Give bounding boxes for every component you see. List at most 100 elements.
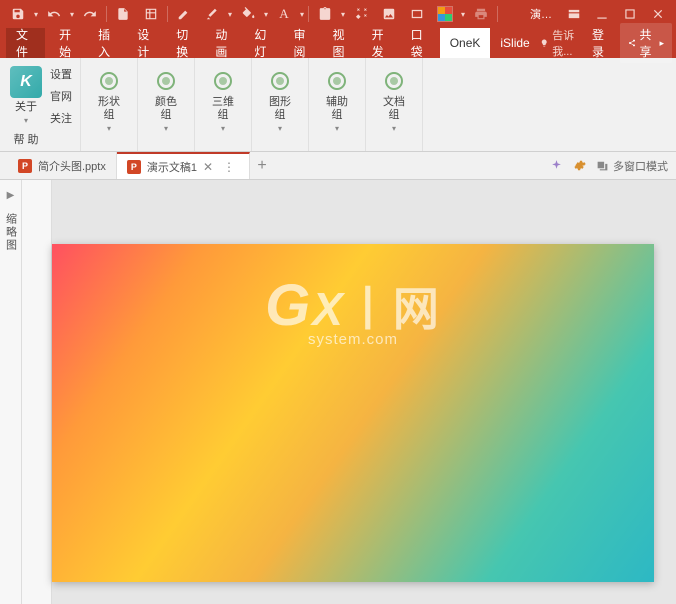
powerpoint-icon: P — [18, 159, 32, 173]
multi-window-button[interactable]: 多窗口模式 — [596, 158, 668, 174]
chevron-right-icon[interactable]: ▶ — [7, 190, 15, 201]
color-palette-icon[interactable] — [431, 2, 459, 26]
tab-transition[interactable]: 切换 — [166, 28, 205, 58]
tab-insert[interactable]: 插入 — [88, 28, 127, 58]
windows-icon — [596, 159, 609, 172]
tab-animation[interactable]: 动画 — [205, 28, 244, 58]
chevron-down-icon: ▾ — [392, 124, 396, 133]
circle-icon — [271, 72, 289, 90]
paste-dropdown[interactable]: ▾ — [339, 10, 347, 19]
graphic-group-button[interactable]: 图形组 ▾ — [260, 64, 300, 135]
tab-pocket[interactable]: 口袋 — [401, 28, 440, 58]
chevron-down-icon: ▾ — [24, 116, 28, 125]
frame-icon[interactable] — [403, 2, 431, 26]
thumbnails-panel-collapsed[interactable]: ▶ 缩略图 — [0, 180, 22, 604]
paste-icon[interactable] — [311, 2, 339, 26]
multi-window-label: 多窗口模式 — [613, 158, 668, 174]
window-title: 演… — [530, 6, 552, 22]
circle-icon — [328, 72, 346, 90]
assist-group-label: 辅助组 — [326, 96, 348, 122]
chevron-down-icon: ▾ — [164, 124, 168, 133]
magic-button[interactable] — [550, 159, 563, 172]
bucket-icon[interactable] — [234, 2, 262, 26]
powerpoint-icon: P — [127, 160, 141, 174]
3d-group-button[interactable]: 三维组 ▾ — [203, 64, 243, 135]
doc-group-label: 文档组 — [383, 96, 405, 122]
tab-slideshow[interactable]: 幻灯 — [244, 28, 283, 58]
tab-design[interactable]: 设计 — [127, 28, 166, 58]
ribbon-mode-icon[interactable] — [560, 2, 588, 26]
sparkle-icon — [550, 159, 563, 172]
font-color-icon[interactable]: A — [270, 2, 298, 26]
share-icon — [628, 37, 636, 49]
graphic-group-label: 图形组 — [269, 96, 291, 122]
tab-view[interactable]: 视图 — [323, 28, 362, 58]
tab-menu-icon[interactable]: ⋮ — [219, 160, 239, 174]
pen-icon[interactable] — [170, 2, 198, 26]
undo-icon[interactable] — [40, 2, 68, 26]
vertical-ruler — [22, 180, 52, 604]
tell-me-search[interactable]: 告诉我... — [540, 27, 582, 59]
tell-me-label: 告诉我... — [552, 27, 582, 59]
tab-onekey[interactable]: OneK — [440, 28, 491, 58]
document-tab[interactable]: P 简介头图.pptx — [8, 152, 117, 179]
print-icon[interactable] — [467, 2, 495, 26]
tab-home[interactable]: 开始 — [49, 28, 88, 58]
share-label: 共享 — [640, 26, 656, 60]
doc-tab-label: 演示文稿1 — [147, 159, 197, 175]
lightbulb-icon — [540, 37, 548, 49]
shape-group-button[interactable]: 形状组 ▾ — [89, 64, 129, 135]
fontcolor-dropdown[interactable]: ▾ — [298, 10, 306, 19]
undo-dropdown[interactable]: ▾ — [68, 10, 76, 19]
chevron-down-icon: ▾ — [278, 124, 282, 133]
table-icon[interactable] — [137, 2, 165, 26]
circle-icon — [385, 72, 403, 90]
tab-close-icon[interactable]: ✕ — [203, 160, 213, 174]
settings-button[interactable] — [573, 159, 586, 172]
highlighter-dropdown[interactable]: ▾ — [226, 10, 234, 19]
follow-link[interactable]: 关注 — [50, 110, 72, 126]
wand-icon[interactable] — [347, 2, 375, 26]
plugin-logo-icon: K — [10, 66, 42, 98]
save-icon[interactable] — [4, 2, 32, 26]
about-button[interactable]: K 关于 ▾ — [8, 64, 44, 127]
chevron-down-icon: ▾ — [107, 124, 111, 133]
watermark: GX丨网 system.com — [265, 272, 441, 348]
help-label[interactable]: 帮 助 — [13, 131, 38, 147]
circle-icon — [214, 72, 232, 90]
about-label: 关于 — [15, 98, 37, 114]
assist-group-button[interactable]: 辅助组 ▾ — [317, 64, 357, 135]
tab-developer[interactable]: 开发 — [362, 28, 401, 58]
minimize-icon[interactable] — [588, 2, 616, 26]
document-tab-active[interactable]: P 演示文稿1 ✕ ⋮ — [117, 152, 250, 179]
circle-icon — [157, 72, 175, 90]
tab-review[interactable]: 审阅 — [283, 28, 322, 58]
bucket-dropdown[interactable]: ▾ — [262, 10, 270, 19]
color-group-label: 颜色组 — [155, 96, 177, 122]
settings-link[interactable]: 设置 — [50, 66, 72, 82]
share-button[interactable]: 共享 ▸ — [620, 23, 673, 63]
image-icon[interactable] — [375, 2, 403, 26]
chevron-down-icon: ▾ — [221, 124, 225, 133]
shape-group-label: 形状组 — [98, 96, 120, 122]
new-file-icon[interactable] — [109, 2, 137, 26]
login-button[interactable]: 登录 — [592, 26, 609, 60]
color-group-button[interactable]: 颜色组 ▾ — [146, 64, 186, 135]
palette-dropdown[interactable]: ▾ — [459, 10, 467, 19]
3d-group-label: 三维组 — [212, 96, 234, 122]
chevron-down-icon: ▾ — [335, 124, 339, 133]
slide-canvas-area[interactable]: GX丨网 system.com — [52, 180, 676, 604]
thumbnails-label: 缩略图 — [3, 213, 19, 252]
tab-file[interactable]: 文件 — [6, 28, 45, 58]
redo-icon[interactable] — [76, 2, 104, 26]
tab-islide[interactable]: iSlide — [490, 28, 539, 58]
chevron-right-icon: ▸ — [660, 38, 665, 49]
website-link[interactable]: 官网 — [50, 88, 72, 104]
doc-group-button[interactable]: 文档组 ▾ — [374, 64, 414, 135]
highligher-icon[interactable] — [198, 2, 226, 26]
gear-icon — [573, 159, 586, 172]
slide[interactable]: GX丨网 system.com — [52, 244, 654, 582]
add-tab-button[interactable]: + — [250, 157, 274, 175]
circle-icon — [100, 72, 118, 90]
save-dropdown[interactable]: ▾ — [32, 10, 40, 19]
